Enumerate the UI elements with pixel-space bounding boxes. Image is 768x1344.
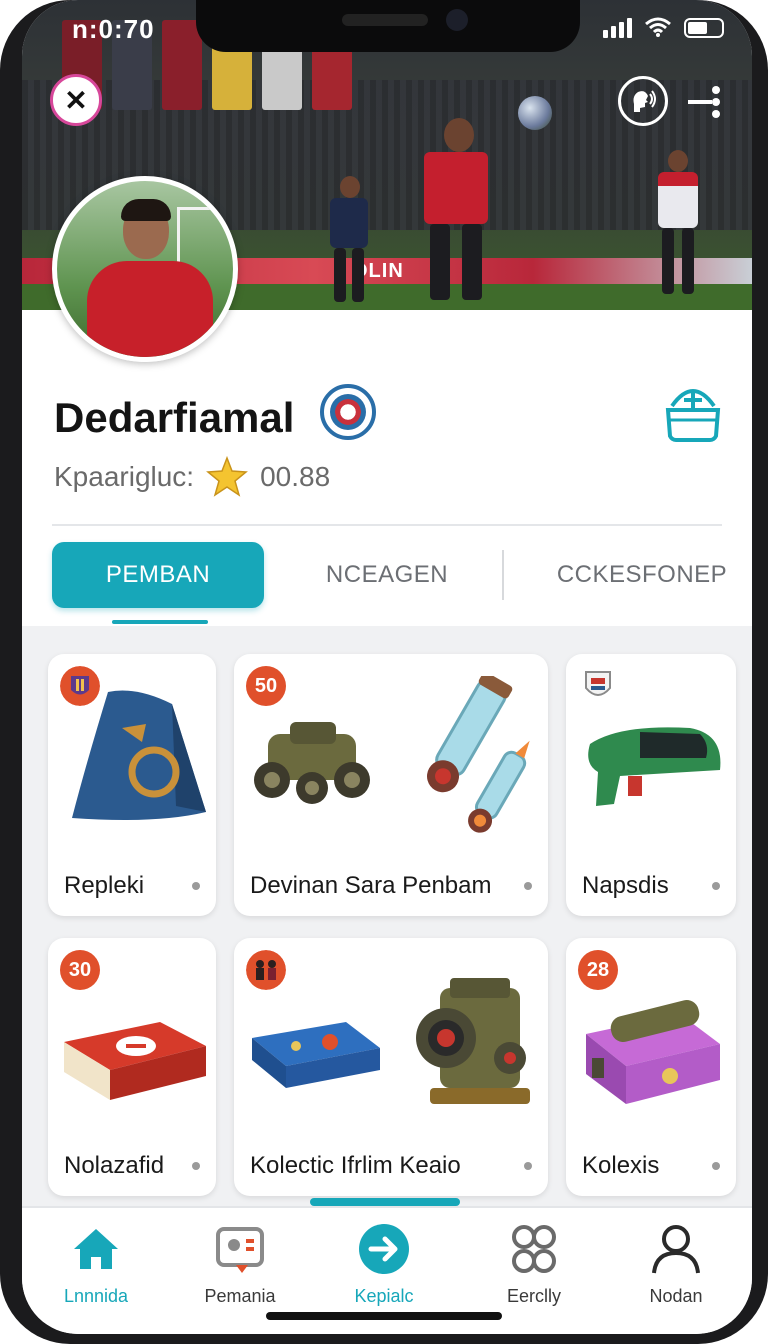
tab-pemban[interactable]: PEMBAN [52, 542, 264, 608]
share-menu-button[interactable] [686, 82, 726, 122]
tab-separator [502, 550, 504, 600]
item-grid: Repleki 50 Devinan Sara Penbam Napsdis 3… [22, 626, 752, 1206]
wifi-icon [645, 17, 671, 37]
item-menu-dot[interactable] [712, 1162, 720, 1170]
profile-name: Dedarfiamal [54, 394, 295, 441]
item-card[interactable]: 30 Nolazafid [48, 938, 216, 1196]
item-menu-dot[interactable] [192, 882, 200, 890]
item-label: Devinan Sara Penbam [250, 872, 492, 899]
user-icon [652, 1225, 700, 1274]
tube-tools-art [427, 676, 530, 833]
item-label: Nolazafid [64, 1152, 165, 1179]
flag-cloth-art [72, 690, 206, 820]
avatar[interactable] [52, 176, 238, 362]
soccer-ball [518, 96, 552, 130]
shield-crest-icon [585, 671, 611, 696]
nav-item-eerclly[interactable]: Eerclly [464, 1222, 604, 1318]
nav-item-home[interactable]: Lnnnida [26, 1222, 166, 1318]
arrow-circle-icon [359, 1224, 409, 1274]
rating-value: 00.88 [260, 461, 331, 492]
rating-row: Kpaarigluc: 00.88 [54, 456, 330, 498]
nav-item-pemania[interactable]: Pemania [170, 1222, 310, 1318]
speaking-head-icon [633, 90, 656, 112]
item-card[interactable]: 50 Devinan Sara Penbam [234, 654, 548, 916]
home-icon [74, 1229, 118, 1269]
close-button[interactable]: ✕ [50, 74, 102, 126]
team-badge-icon [320, 384, 376, 440]
nav-label: Pemania [204, 1286, 276, 1306]
nav-label: Nodan [649, 1286, 703, 1306]
item-menu-dot[interactable] [192, 1162, 200, 1170]
divider [52, 524, 722, 526]
item-label: Repleki [64, 872, 145, 899]
player-figure [402, 118, 512, 308]
player-figure [650, 150, 706, 300]
item-card[interactable]: Kolectic Ifrlim Keaio [234, 938, 548, 1196]
item-card[interactable]: 28 Kolexis [566, 938, 736, 1196]
item-menu-dot[interactable] [712, 882, 720, 890]
signal-icon [603, 16, 632, 38]
scroll-indicator [310, 1198, 460, 1206]
count-badge: 50 [246, 666, 286, 706]
tab-cckesfonep[interactable]: CCKESFONEP [542, 542, 742, 608]
battery-icon [684, 18, 724, 38]
status-time: n:0:70 [72, 14, 155, 44]
notch [196, 0, 580, 52]
rating-label: Kpaarigluc: [54, 461, 195, 492]
app-screen: OLIN n:0:70 ✕ Dedarfiamal Kpaarigluc: 00… [22, 0, 752, 1334]
close-icon: ✕ [64, 84, 88, 116]
item-card[interactable]: Repleki [48, 654, 216, 916]
status-bar: n:0:70 [22, 0, 752, 58]
blue-case-art [252, 1022, 380, 1088]
status-icons [603, 16, 724, 38]
camera-machine-art [416, 978, 530, 1104]
count-badge: 30 [60, 950, 100, 990]
nav-label: Lnnnida [63, 1286, 129, 1306]
toy-car-art [254, 722, 370, 804]
players-icon [246, 950, 286, 990]
item-label: Napsdis [582, 872, 669, 899]
photo-card-icon [216, 1227, 264, 1273]
nav-item-kepialc[interactable]: Kepialc [314, 1222, 454, 1318]
blaster-art [588, 727, 721, 806]
item-menu-dot[interactable] [524, 1162, 532, 1170]
nav-item-nodan[interactable]: Nodan [606, 1222, 746, 1318]
nav-label: Eerclly [506, 1286, 561, 1306]
tab-bar: PEMBAN NCEAGEN CCKESFONEP [22, 542, 752, 624]
nav-label: Kepialc [354, 1286, 414, 1306]
basket-button[interactable] [664, 382, 722, 444]
player-figure [324, 176, 374, 306]
home-indicator [266, 1312, 502, 1320]
active-tab-indicator [112, 620, 208, 624]
item-card[interactable]: Napsdis [566, 654, 736, 916]
star-icon [206, 456, 249, 497]
tab-nceagen[interactable]: NCEAGEN [302, 542, 472, 608]
item-label: Kolectic Ifrlim Keaio [250, 1152, 461, 1179]
phone-frame: OLIN n:0:70 ✕ Dedarfiamal Kpaarigluc: 00… [0, 0, 768, 1344]
item-menu-dot[interactable] [524, 882, 532, 890]
audio-button[interactable] [618, 76, 668, 126]
red-book-art [64, 1022, 206, 1100]
item-label: Kolexis [582, 1152, 660, 1179]
purple-chest-art [586, 1000, 720, 1104]
gears-icon [512, 1225, 556, 1273]
